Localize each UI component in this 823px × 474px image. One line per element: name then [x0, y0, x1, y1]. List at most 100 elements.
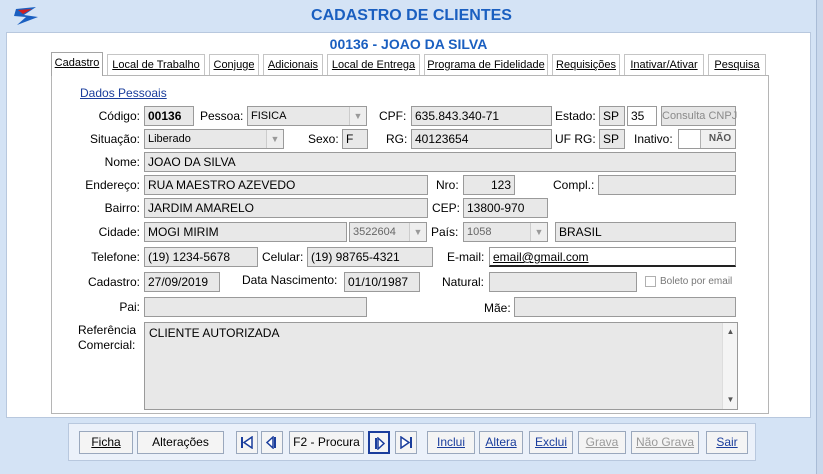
- pessoa-value: FISICA: [251, 110, 287, 122]
- window-title: CADASTRO DE CLIENTES: [311, 7, 512, 24]
- sexo-field[interactable]: F: [342, 129, 368, 149]
- alteracoes-label: Alterações: [152, 435, 209, 449]
- exclui-button[interactable]: Exclui: [529, 431, 573, 454]
- scroll-up-icon[interactable]: ▲: [723, 325, 738, 339]
- pais-code-value: 1058: [467, 226, 492, 238]
- inclui-label: Inclui: [436, 435, 465, 449]
- section-dados-pessoais[interactable]: Dados Pessoais: [80, 86, 167, 100]
- nao-grava-button[interactable]: Não Grava: [631, 431, 699, 454]
- ficha-button[interactable]: Ficha: [79, 431, 133, 454]
- uf-rg-label: UF RG:: [555, 132, 596, 146]
- next-record-icon: [375, 437, 386, 450]
- pais-field[interactable]: BRASIL: [555, 222, 736, 242]
- tab-pesquisa[interactable]: Pesquisa: [708, 54, 766, 75]
- data-nascimento-field[interactable]: 01/10/1987: [344, 272, 420, 292]
- estado-label: Estado:: [555, 109, 596, 123]
- referencia-comercial-textarea[interactable]: CLIENTE AUTORIZADA ▲ ▼: [144, 322, 738, 410]
- compl-field[interactable]: [598, 175, 736, 195]
- estado-code-field[interactable]: 35: [627, 106, 657, 126]
- comercial-label: Comercial:: [78, 338, 136, 352]
- inativo-toggle[interactable]: NÃO: [678, 129, 736, 149]
- chevron-down-icon[interactable]: ▼: [409, 223, 426, 241]
- rg-field[interactable]: 40123654: [411, 129, 552, 149]
- boleto-checkbox[interactable]: [645, 276, 656, 287]
- cidade-code-select[interactable]: 3522604 ▼: [349, 222, 427, 242]
- last-record-button[interactable]: [395, 431, 417, 454]
- cpf-field[interactable]: 635.843.340-71: [411, 106, 552, 126]
- mae-field[interactable]: [514, 297, 736, 317]
- grava-button[interactable]: Grava: [578, 431, 626, 454]
- grava-label: Grava: [585, 435, 619, 449]
- endereco-field[interactable]: RUA MAESTRO AZEVEDO: [144, 175, 428, 195]
- sair-button[interactable]: Sair: [706, 431, 748, 454]
- bairro-field[interactable]: JARDIM AMARELO: [144, 198, 428, 218]
- compl-label: Compl.:: [553, 178, 595, 192]
- chevron-down-icon[interactable]: ▼: [349, 107, 366, 125]
- tab-conjuge[interactable]: Conjuge: [209, 54, 259, 75]
- nome-field[interactable]: JOAO DA SILVA: [144, 152, 736, 172]
- codigo-label: Código:: [98, 109, 140, 123]
- cadastro-field[interactable]: 27/09/2019: [144, 272, 220, 292]
- tab-requisicoes[interactable]: Requisições: [552, 54, 620, 75]
- previous-record-button[interactable]: [261, 431, 283, 454]
- pais-code-select[interactable]: 1058 ▼: [463, 222, 548, 242]
- exclui-label: Exclui: [534, 435, 567, 449]
- estado-field[interactable]: SP: [599, 106, 625, 126]
- first-record-icon: [241, 436, 253, 449]
- celular-label: Celular:: [262, 250, 304, 264]
- cep-label: CEP:: [432, 201, 461, 215]
- consulta-cnpj-button[interactable]: Consulta CNPJ: [661, 106, 737, 126]
- email-value: email@gmail.com: [493, 250, 589, 264]
- natural-field[interactable]: [489, 272, 637, 292]
- nro-field[interactable]: 123: [463, 175, 515, 195]
- rg-label: RG:: [386, 132, 408, 146]
- cep-field[interactable]: 13800-970: [463, 198, 548, 218]
- ficha-label: Ficha: [91, 435, 121, 449]
- cidade-code-value: 3522604: [353, 226, 396, 238]
- sair-label: Sair: [716, 435, 738, 449]
- last-record-icon: [400, 436, 412, 449]
- alteracoes-button[interactable]: Alterações: [137, 431, 224, 454]
- tab-adicionais[interactable]: Adicionais: [263, 54, 323, 75]
- tab-cadastro[interactable]: Cadastro: [51, 52, 103, 76]
- cidade-field[interactable]: MOGI MIRIM: [144, 222, 347, 242]
- pais-label: País:: [431, 225, 459, 239]
- textarea-scrollbar[interactable]: ▲ ▼: [722, 323, 737, 409]
- celular-field[interactable]: (19) 98765-4321: [307, 247, 433, 267]
- next-record-button[interactable]: [368, 431, 390, 454]
- bairro-label: Bairro:: [104, 201, 140, 215]
- referencia-comercial-value: CLIENTE AUTORIZADA: [149, 326, 280, 340]
- pessoa-label: Pessoa:: [200, 109, 244, 123]
- telefone-label: Telefone:: [91, 250, 140, 264]
- uf-rg-field[interactable]: SP: [599, 129, 625, 149]
- referencia-label: Referência: [78, 323, 137, 337]
- email-field[interactable]: email@gmail.com: [489, 247, 736, 267]
- pai-field[interactable]: [144, 297, 367, 317]
- altera-label: Altera: [485, 435, 517, 449]
- natural-label: Natural:: [442, 275, 485, 289]
- boleto-label: Boleto por email: [660, 276, 733, 287]
- mae-label: Mãe:: [484, 301, 511, 315]
- procura-button[interactable]: F2 - Procura: [289, 431, 364, 454]
- codigo-field[interactable]: 00136: [144, 106, 194, 126]
- telefone-field[interactable]: (19) 1234-5678: [144, 247, 258, 267]
- chevron-down-icon[interactable]: ▼: [530, 223, 547, 241]
- inclui-button[interactable]: Inclui: [427, 431, 475, 454]
- window-edge: [816, 0, 823, 474]
- tab-local-de-entrega[interactable]: Local de Entrega: [327, 54, 420, 75]
- situacao-select[interactable]: Liberado ▼: [144, 129, 284, 149]
- altera-button[interactable]: Altera: [479, 431, 523, 454]
- toggle-knob: [679, 130, 701, 148]
- email-label: E-mail:: [447, 250, 485, 264]
- data-nascimento-label: Data Nascimento:: [242, 273, 338, 287]
- pessoa-select[interactable]: FISICA ▼: [247, 106, 367, 126]
- scroll-down-icon[interactable]: ▼: [723, 393, 738, 407]
- pai-label: Pai:: [119, 300, 140, 314]
- tab-local-de-trabalho[interactable]: Local de Trabalho: [107, 54, 205, 75]
- cadastro-label: Cadastro:: [87, 275, 140, 289]
- tab-programa-de-fidelidade[interactable]: Programa de Fidelidade: [424, 54, 548, 75]
- chevron-down-icon[interactable]: ▼: [266, 130, 283, 148]
- tab-inativar-ativar[interactable]: Inativar/Ativar: [624, 54, 704, 75]
- cidade-label: Cidade:: [98, 225, 140, 239]
- first-record-button[interactable]: [236, 431, 258, 454]
